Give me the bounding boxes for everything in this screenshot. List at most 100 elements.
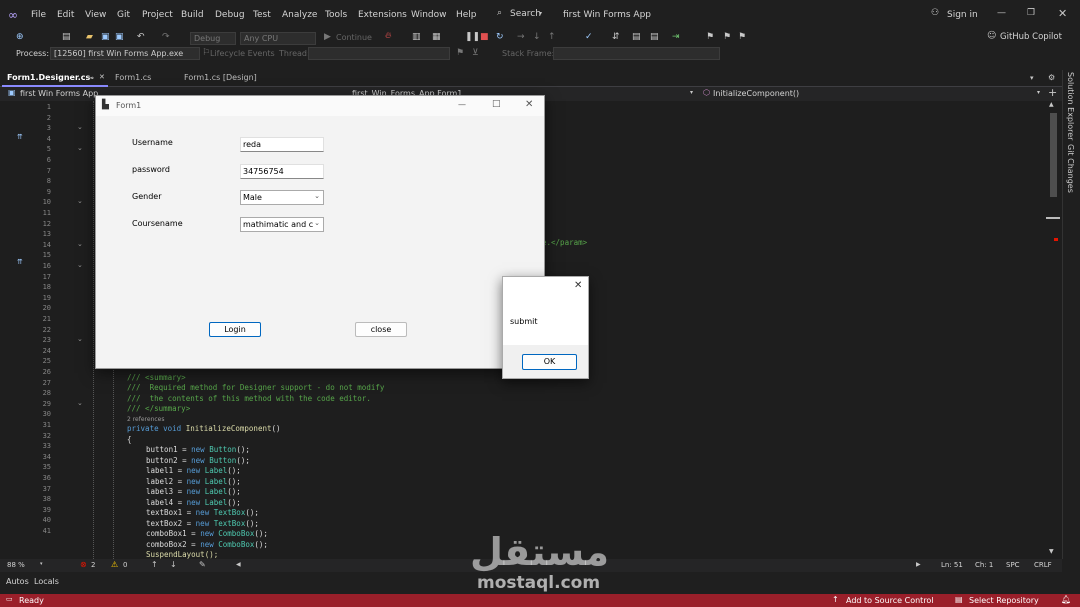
step-into-icon[interactable]: → xyxy=(517,33,525,42)
menu-debug[interactable]: Debug xyxy=(215,10,245,20)
add-to-source-control-button[interactable]: Add to Source Control xyxy=(846,596,934,605)
tab-autos[interactable]: Autos xyxy=(6,577,29,586)
hot-reload-icon[interactable]: 🔥︎ xyxy=(385,32,392,41)
tab-form1-design[interactable]: Form1.cs [Design] xyxy=(179,72,262,87)
scroll-down-icon[interactable]: ▼ xyxy=(1049,549,1054,555)
member-dropdown[interactable]: InitializeComponent() xyxy=(713,89,799,98)
username-input[interactable]: reda xyxy=(240,137,324,152)
form1-title-bar[interactable]: ▙ Form1 — □ ✕ xyxy=(96,96,544,116)
menu-build[interactable]: Build xyxy=(181,10,204,20)
fold-chevron-icon[interactable]: ⌄ xyxy=(77,399,83,407)
menu-view[interactable]: View xyxy=(85,10,106,20)
sign-in-link[interactable]: Sign in xyxy=(947,10,978,20)
open-folder-icon[interactable]: ▰ xyxy=(86,33,93,42)
select-repository-button[interactable]: Select Repository xyxy=(969,596,1039,605)
zoom-level[interactable]: 88 % xyxy=(7,561,25,569)
continue-icon[interactable]: ▶ xyxy=(324,33,331,42)
filter-icon[interactable]: ⊻ xyxy=(472,49,479,58)
minimize-icon[interactable]: — xyxy=(458,101,466,109)
platform-select[interactable]: Any CPU xyxy=(240,32,316,45)
tab-form1-cs[interactable]: Form1.cs xyxy=(110,72,156,87)
ok-button[interactable]: OK xyxy=(522,354,577,370)
tab-form1-designer[interactable]: Form1.Designer.cs ⊸ ✕ xyxy=(2,72,108,87)
gender-select[interactable]: Male ⌄ xyxy=(240,190,324,205)
maximize-icon[interactable]: □ xyxy=(492,100,501,109)
bookmark-prev-icon[interactable]: ⚑ xyxy=(723,33,731,42)
undo-icon[interactable]: ↶ xyxy=(137,33,145,42)
pause-icon[interactable]: ❚❚ xyxy=(465,33,480,42)
line-ending-indicator[interactable]: CRLF xyxy=(1034,561,1052,569)
flag-icon[interactable]: ⚑ xyxy=(456,49,464,58)
redo-icon[interactable]: ↷ xyxy=(162,33,170,42)
scroll-thumb[interactable] xyxy=(1050,113,1057,197)
minimize-icon[interactable]: — xyxy=(997,9,1006,18)
settings-icon[interactable]: ⚙ xyxy=(1048,74,1055,82)
search-button[interactable]: Search xyxy=(510,9,541,19)
stack-frame-select[interactable] xyxy=(553,47,720,60)
fold-chevron-icon[interactable]: ⌄ xyxy=(77,145,83,152)
save-icon[interactable]: ▣ xyxy=(101,33,110,42)
stop-icon[interactable]: ■ xyxy=(480,33,489,42)
arrow-up-icon[interactable]: ↑ xyxy=(151,561,158,569)
process-select[interactable]: [12560] first Win Forms App.exe xyxy=(50,47,200,60)
bookmark-icon[interactable]: ⚑ xyxy=(706,33,714,42)
pin-icon[interactable]: ⊸ xyxy=(88,74,94,82)
restart-icon[interactable]: ↻ xyxy=(496,33,504,42)
fold-chevron-icon[interactable]: ⌄ xyxy=(77,336,83,343)
bookmark-next-icon[interactable]: ⚑ xyxy=(738,33,746,42)
menu-project[interactable]: Project xyxy=(142,10,173,20)
warning-count[interactable]: 0 xyxy=(123,561,127,569)
notification-bell-icon[interactable]: 🔔︎ xyxy=(1061,596,1071,604)
whitespace-indicator[interactable]: SPC xyxy=(1006,561,1020,569)
browser-link-icon[interactable]: ▥ xyxy=(412,33,421,42)
format-icon[interactable]: ⇵ xyxy=(612,33,620,42)
project-dropdown[interactable]: first Win Forms App xyxy=(20,89,98,98)
split-add-icon[interactable]: + xyxy=(1048,87,1057,98)
step-out-icon[interactable]: ↑ xyxy=(548,33,556,42)
menu-tools[interactable]: Tools xyxy=(325,10,347,20)
step-over-icon[interactable]: ↓ xyxy=(533,33,541,42)
fold-chevron-icon[interactable]: ⌄ xyxy=(77,240,83,248)
continue-button[interactable]: Continue xyxy=(336,33,372,42)
tab-close-icon[interactable]: ✕ xyxy=(99,73,105,81)
tab-locals[interactable]: Locals xyxy=(34,577,59,586)
fold-chevron-icon[interactable]: ⌄ xyxy=(77,124,83,131)
new-file-icon[interactable]: ▤ xyxy=(62,33,71,42)
scroll-left-icon[interactable]: ◀ xyxy=(236,562,241,568)
breakpoint-icon[interactable]: ✓ xyxy=(585,33,593,42)
error-count[interactable]: 2 xyxy=(91,561,95,569)
close-icon[interactable]: ✕ xyxy=(1058,8,1067,19)
window-layout-icon[interactable]: ▦ xyxy=(432,33,441,42)
char-indicator[interactable]: Ch: 1 xyxy=(975,561,993,569)
menu-test[interactable]: Test xyxy=(253,10,271,20)
tab-overflow-icon[interactable]: ▾ xyxy=(1030,75,1034,82)
menu-extensions[interactable]: Extensions xyxy=(358,10,407,20)
fold-chevron-icon[interactable]: ⌄ xyxy=(77,262,83,269)
login-button[interactable]: Login xyxy=(209,322,261,337)
close-icon[interactable]: ✕ xyxy=(525,100,533,110)
menu-file[interactable]: File xyxy=(31,10,46,20)
brush-icon[interactable]: ✎ xyxy=(199,561,206,569)
comment-icon[interactable]: ▤ xyxy=(632,33,641,42)
menu-analyze[interactable]: Analyze xyxy=(282,10,317,20)
maximize-icon[interactable]: ❐ xyxy=(1027,9,1035,18)
fold-chevron-icon[interactable]: ⌄ xyxy=(77,198,83,205)
menu-edit[interactable]: Edit xyxy=(57,10,74,20)
scroll-right-icon[interactable]: ▶ xyxy=(916,562,921,568)
save-all-icon[interactable]: ▣ xyxy=(115,33,124,42)
menu-window[interactable]: Window xyxy=(411,10,447,20)
solution-explorer-tab[interactable]: Solution Explorer xyxy=(1066,72,1075,140)
thread-select[interactable] xyxy=(308,47,450,60)
indent-icon[interactable]: ⇥ xyxy=(672,33,680,42)
line-indicator[interactable]: Ln: 51 xyxy=(941,561,963,569)
git-changes-tab[interactable]: Git Changes xyxy=(1066,144,1075,193)
copilot-button[interactable]: GitHub Copilot xyxy=(1000,32,1062,42)
configuration-select[interactable]: Debug xyxy=(190,32,236,45)
close-icon[interactable]: ✕ xyxy=(574,281,582,291)
uncomment-icon[interactable]: ▤ xyxy=(650,33,659,42)
arrow-down-icon[interactable]: ↓ xyxy=(170,561,177,569)
menu-git[interactable]: Git xyxy=(117,10,130,20)
password-input[interactable]: 34756754 xyxy=(240,164,324,179)
close-button[interactable]: close xyxy=(355,322,407,337)
menu-help[interactable]: Help xyxy=(456,10,477,20)
